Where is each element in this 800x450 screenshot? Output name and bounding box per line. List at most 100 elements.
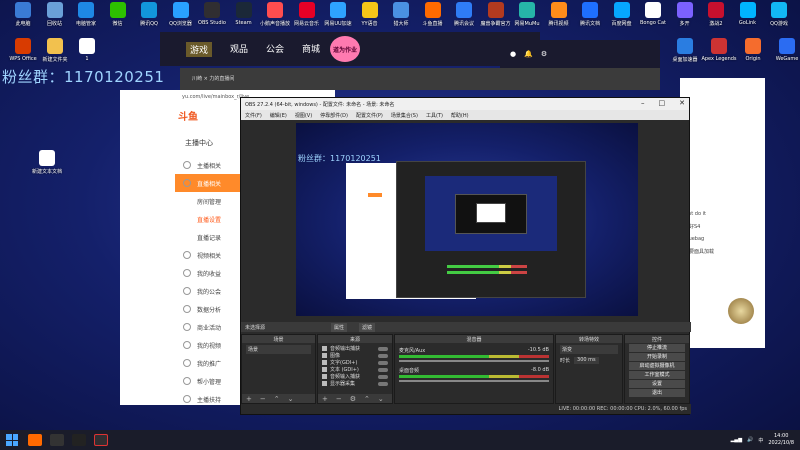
down-icon[interactable]: ⌄ — [378, 395, 384, 403]
duration-input[interactable]: 300 ms — [574, 357, 599, 364]
settings-icon[interactable]: ⚙ — [541, 50, 547, 58]
volume-icon[interactable]: 🔊 — [747, 437, 753, 443]
gear-icon[interactable]: ⚙ — [350, 395, 356, 403]
up-icon[interactable]: ⌃ — [364, 395, 370, 403]
sidebar-item[interactable]: 数据分析 — [175, 300, 245, 318]
add-icon[interactable]: + — [322, 395, 328, 403]
visibility-toggle-icon[interactable] — [378, 381, 388, 386]
app-icon — [771, 2, 787, 18]
sidebar-item[interactable]: 直播设置 — [175, 210, 245, 228]
control-button[interactable]: 停止推流 — [629, 344, 685, 352]
obs-menu-item[interactable]: 场景集合(S) — [391, 112, 418, 119]
source-item[interactable]: 音频输出捕获 — [322, 345, 388, 352]
properties-button[interactable]: 属性 — [331, 323, 348, 332]
sidebar-item[interactable]: 我的视频 — [175, 336, 245, 354]
source-item[interactable]: 显示器采集 — [322, 380, 388, 387]
obs-menu-item[interactable]: 工具(T) — [426, 112, 443, 119]
sidebar-item[interactable]: 我的收益 — [175, 264, 245, 282]
obs-preview[interactable]: 粉丝群：1170120251 — [296, 123, 638, 316]
network-icon[interactable]: ▂▄▆ — [731, 437, 743, 443]
scene-item[interactable]: 场景 — [246, 345, 311, 354]
sidebar-item[interactable]: 帮小管理 — [175, 372, 245, 390]
desktop-icon[interactable]: Apex Legends — [700, 38, 738, 62]
control-button[interactable]: 开始录制 — [629, 353, 685, 361]
clock[interactable]: 14:00 2022/10/8 — [768, 433, 794, 447]
clock-date: 2022/10/8 — [768, 440, 794, 446]
visibility-toggle-icon[interactable] — [378, 353, 388, 358]
visibility-toggle-icon[interactable] — [378, 346, 388, 351]
browser-tab[interactable]: 川崎 × 力的直播间 — [192, 75, 234, 82]
maximize-icon[interactable]: □ — [659, 99, 666, 107]
desktop-icon[interactable]: 桌面加速器 — [666, 38, 704, 63]
launcher-nav-guild[interactable]: 公会 — [266, 42, 284, 57]
game-taskbar-icon[interactable] — [50, 434, 64, 446]
source-item[interactable]: 音频输入捕获 — [322, 373, 388, 380]
remove-icon[interactable]: − — [336, 395, 342, 403]
visibility-toggle-icon[interactable] — [378, 374, 388, 379]
obs-menu-item[interactable]: 配置文件(P) — [356, 112, 383, 119]
browser-taskbar-icon[interactable] — [72, 434, 86, 446]
visibility-toggle-icon[interactable] — [378, 367, 388, 372]
obs-taskbar-icon[interactable] — [94, 434, 108, 446]
obs-menu-item[interactable]: 视图(V) — [295, 112, 312, 119]
app-icon — [15, 38, 31, 54]
desktop-icon[interactable]: WeGame — [768, 38, 800, 62]
app-icon — [46, 2, 63, 18]
control-button[interactable]: 退出 — [629, 389, 685, 397]
transition-select[interactable]: 渐变 — [560, 345, 618, 354]
app-icon — [745, 38, 761, 54]
close-icon[interactable]: ✕ — [679, 99, 685, 107]
sidebar-item[interactable]: 直播相关 — [175, 174, 245, 192]
chat-avatar[interactable] — [728, 298, 754, 324]
up-icon[interactable]: ⌃ — [274, 395, 280, 403]
launcher-nav-view[interactable]: 观品 — [230, 42, 248, 57]
douyu-taskbar-icon[interactable] — [28, 434, 42, 446]
menu-icon — [183, 251, 191, 259]
bell-icon[interactable]: 🔔 — [524, 50, 533, 58]
minimize-icon[interactable]: – — [641, 99, 645, 107]
obs-menu-item[interactable]: 文件(F) — [245, 112, 262, 119]
desktop-icon-label: Apex Legends — [701, 56, 737, 62]
filters-button[interactable]: 滤镜 — [359, 323, 376, 332]
obs-menu-item[interactable]: 停靠部件(D) — [320, 112, 348, 119]
mixer-track: 麦克风/Aux -10.5 dB — [399, 347, 549, 362]
sidebar-item[interactable]: 直播记录 — [175, 228, 245, 246]
sidebar-item[interactable]: 视频相关 — [175, 246, 245, 264]
launcher-nav-game[interactable]: 游戏 — [186, 42, 213, 57]
desktop-icon[interactable]: Origin — [734, 38, 772, 62]
menu-icon — [183, 269, 191, 277]
source-item[interactable]: 文字(GDI+) — [322, 359, 388, 366]
menu-icon — [183, 179, 191, 187]
sidebar-item[interactable]: 主播相关 — [175, 156, 245, 174]
sidebar-item[interactable]: 房间管理 — [175, 192, 245, 210]
control-button[interactable]: 工作室模式 — [629, 371, 685, 379]
source-item[interactable]: 图像 — [322, 352, 388, 359]
add-icon[interactable]: + — [246, 395, 252, 403]
source-type-icon — [322, 346, 327, 351]
obs-menu-item[interactable]: 编辑(E) — [270, 112, 287, 119]
control-button[interactable]: 设置 — [629, 380, 685, 388]
visibility-toggle-icon[interactable] — [378, 360, 388, 365]
remove-icon[interactable]: − — [260, 395, 266, 403]
desktop-icon[interactable]: QQ游戏 — [760, 2, 798, 27]
volume-slider[interactable] — [399, 380, 549, 382]
source-item[interactable]: 文本 (GDI+) — [322, 366, 388, 373]
volume-slider[interactable] — [399, 360, 549, 362]
down-icon[interactable]: ⌄ — [288, 395, 294, 403]
input-method-icon[interactable]: 中 — [758, 437, 763, 444]
obs-menu-item[interactable]: 帮助(H) — [451, 112, 469, 119]
sidebar-item[interactable]: 商业活动 — [175, 318, 245, 336]
windows-start-icon[interactable] — [6, 434, 18, 446]
sidebar-item-label: 我的视频 — [197, 343, 222, 350]
transitions-dock-title: 转场特效 — [556, 335, 622, 343]
control-button[interactable]: 启动虚拟摄像机 — [629, 362, 685, 370]
launcher-nav-store[interactable]: 商城 — [302, 42, 320, 57]
sidebar-item[interactable]: 主播扶持 — [175, 390, 245, 408]
sidebar-item[interactable]: 我的推广 — [175, 354, 245, 372]
desktop-icon-text-document[interactable]: 新建文本文档 — [28, 150, 66, 175]
desktop-icon[interactable]: 1 — [68, 38, 106, 62]
avatar[interactable]: ● — [510, 50, 516, 58]
app-icon — [235, 2, 252, 18]
douyu-logo[interactable]: 斗鱼 — [178, 108, 198, 123]
sidebar-item[interactable]: 我的公会 — [175, 282, 245, 300]
